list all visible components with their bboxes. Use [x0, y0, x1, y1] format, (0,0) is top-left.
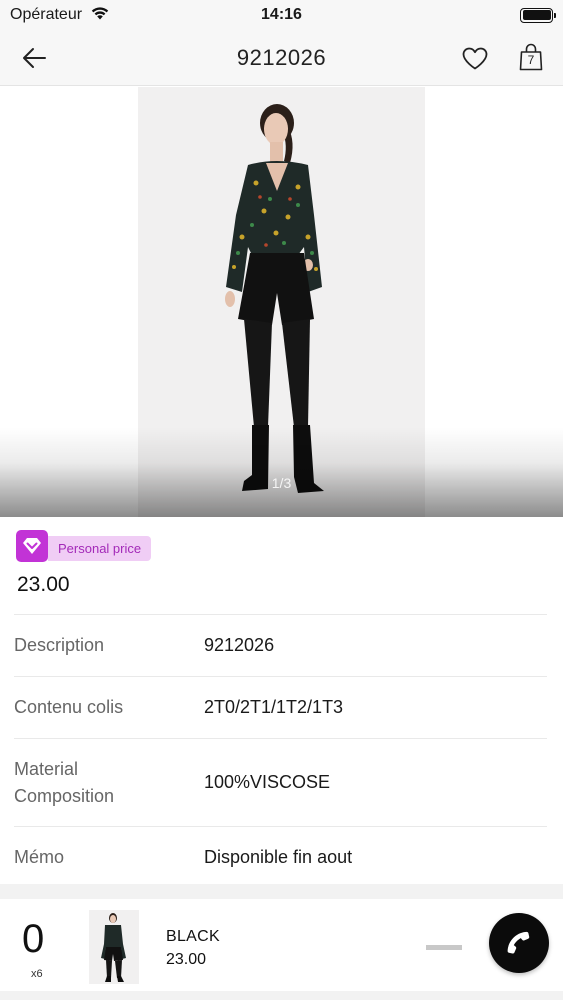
detail-value: 2T0/2T1/1T2/1T3 [204, 697, 344, 717]
personal-price-badge: Personal price [48, 536, 152, 561]
price-section: Personal price 23.00 [0, 517, 563, 613]
variant-color: BLACK [166, 928, 220, 945]
detail-row-memo: Mémo Disponible fin aout [14, 826, 547, 888]
detail-label: Material Composition [14, 758, 115, 806]
gallery-page-indicator: 1/3 [271, 475, 292, 491]
detail-value: 9212026 [204, 635, 275, 655]
product-details: Description 9212026 Contenu colis 2T0/2T… [0, 614, 563, 888]
status-bar: Opérateur 14:16 [0, 0, 563, 30]
favorite-button[interactable] [461, 44, 489, 72]
page-title: 9212026 [236, 44, 327, 70]
minus-icon [426, 944, 462, 950]
call-button[interactable] [489, 913, 549, 973]
variant-price: 23.00 [166, 951, 207, 968]
decrease-quantity-button[interactable] [425, 938, 463, 956]
variant-thumbnail [89, 910, 139, 984]
detail-row-contents: Contenu colis 2T0/2T1/1T2/1T3 [14, 676, 547, 738]
nav-bar: 9212026 7 [0, 30, 563, 86]
detail-label: Mémo [14, 847, 65, 867]
detail-label: Contenu colis [14, 697, 124, 717]
cart-line-bar: 0 x6 BLACK 23.00 [0, 899, 563, 991]
battery-icon [520, 7, 556, 23]
detail-row-description: Description 9212026 [14, 614, 547, 676]
detail-row-material: Material Composition 100%VISCOSE [14, 738, 547, 826]
cart-count: 7 [527, 53, 535, 67]
section-divider [0, 884, 563, 899]
diamond-icon [16, 530, 48, 562]
product-gallery[interactable]: 1/3 [0, 87, 563, 517]
arrow-left-icon [23, 48, 46, 68]
detail-label: Description [14, 635, 105, 655]
price-value: 23.00 [17, 573, 70, 596]
status-left: Opérateur [10, 6, 110, 25]
back-button[interactable] [20, 44, 48, 72]
quantity-multiplier: x6 [31, 968, 43, 980]
detail-value: Disponible fin aout [204, 847, 353, 867]
cart-button[interactable]: 7 [516, 42, 546, 72]
wifi-icon [90, 6, 110, 25]
detail-value: 100%VISCOSE [204, 772, 331, 792]
gallery-shade [0, 427, 563, 517]
bottom-strip [0, 991, 563, 1000]
quantity-value[interactable]: 0 [22, 917, 44, 962]
carrier-label: Opérateur [10, 6, 83, 23]
heart-icon [462, 47, 488, 69]
phone-icon [507, 931, 530, 954]
